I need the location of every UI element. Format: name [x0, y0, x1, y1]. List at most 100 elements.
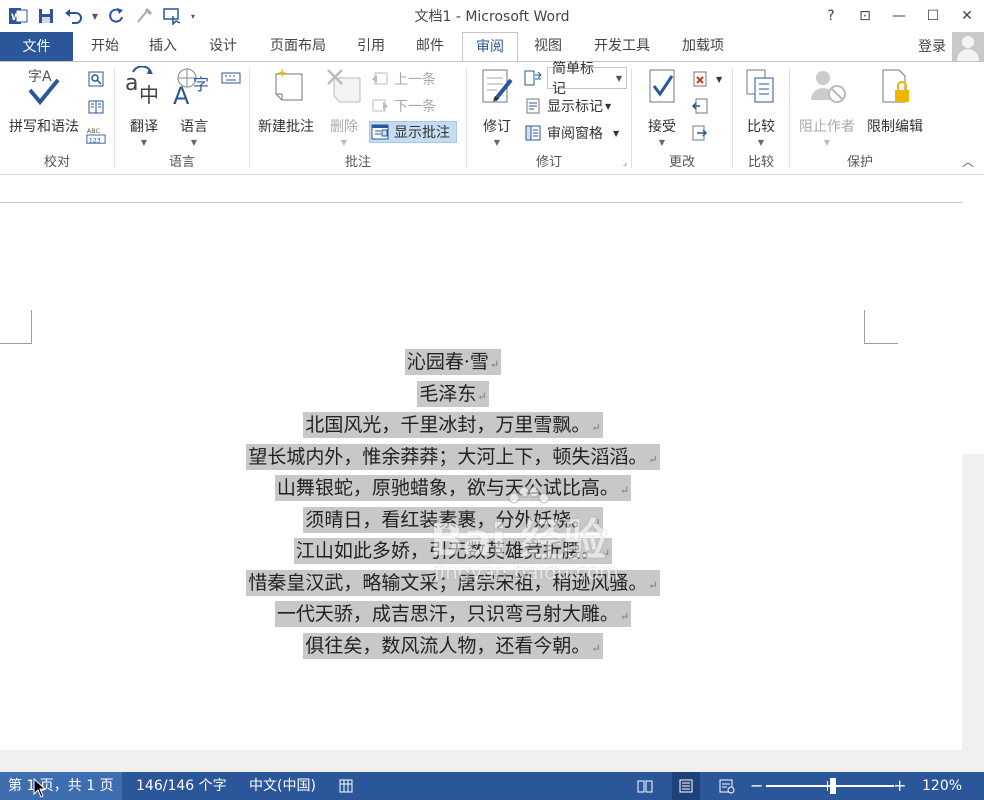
restore-button[interactable]: ☐	[916, 0, 950, 32]
reviewing-pane-button[interactable]: 审阅窗格 ▼	[523, 122, 619, 144]
accept-button[interactable]: 接受 ▼	[640, 66, 684, 147]
avatar[interactable]	[952, 32, 984, 62]
ribbon-tab-bar: 文件 开始 插入 设计 页面布局 引用 邮件 审阅 视图 开发工具 加载项 登录	[0, 32, 984, 63]
delete-comment-button[interactable]: 删除 ▼	[322, 66, 366, 147]
ribbon-display-options-button[interactable]: ⊡	[848, 0, 882, 32]
zoom-out-button[interactable]: −	[750, 772, 763, 800]
poem-line[interactable]: 山舞银蛇，原驰蜡象，欲与天公试比高。↵	[0, 473, 906, 505]
poem-line[interactable]: 望长城内外，惟余莽莽；大河上下，顿失滔滔。↵	[0, 442, 906, 474]
reviewing-pane-icon	[523, 123, 543, 143]
poem-line[interactable]: 江山如此多娇，引无数英雄竞折腰。↵	[0, 536, 906, 568]
restrict-editing-label: 限制编辑	[867, 119, 923, 135]
next-comment-button[interactable]: 下一条	[370, 95, 436, 117]
block-authors-button[interactable]: 阻止作者 ▼	[794, 66, 860, 147]
group-tracking: 修订 ▼ 简单标记 ▼ 显示标记 ▼ 审阅窗格 ▼ ⌟ 修订	[467, 61, 631, 174]
word-count-status[interactable]: 146/146 个字	[136, 772, 227, 800]
show-comments-button[interactable]: 显示批注	[369, 121, 457, 143]
touch-mode-icon[interactable]	[160, 4, 184, 28]
show-comments-icon	[370, 122, 390, 142]
poem-line[interactable]: 一代天骄，成吉思汗，只识弯弓射大雕。↵	[0, 599, 906, 631]
tab-design[interactable]: 设计	[198, 32, 248, 61]
ribbon-review: 字A 拼写和语法 ABC 123 校对 a中 翻译 ▼ A字 语言 ▼ 语言 新…	[0, 61, 984, 175]
reject-button[interactable]: ▼	[690, 68, 722, 90]
previous-comment-label: 上一条	[394, 72, 436, 88]
save-icon[interactable]	[34, 4, 58, 28]
tab-developer[interactable]: 开发工具	[584, 32, 660, 61]
sign-in-link[interactable]: 登录	[918, 32, 946, 62]
poem-line[interactable]: 毛泽东↵	[0, 379, 906, 411]
markup-mode-icon	[523, 68, 543, 88]
tab-add-ins[interactable]: 加载项	[671, 32, 735, 61]
page-top-edge	[0, 202, 962, 203]
block-authors-icon	[807, 66, 847, 110]
previous-change-button[interactable]	[690, 95, 714, 117]
minimize-button[interactable]: —	[882, 0, 916, 32]
svg-text:中: 中	[139, 83, 159, 106]
markup-display-value: 简单标记	[552, 61, 594, 97]
translate-icon: a中	[123, 65, 165, 110]
new-comment-label: 新建批注	[258, 119, 314, 135]
group-compare: 比较 ▼ 比较	[733, 62, 789, 174]
poem-text[interactable]: 沁园春·雪↵ 毛泽东↵ 北国风光，千里冰封，万里雪飘。↵ 望长城内外，惟余莽莽；…	[0, 347, 906, 662]
research-button[interactable]	[86, 68, 110, 90]
macro-recording-icon[interactable]	[338, 772, 354, 800]
next-change-button[interactable]	[690, 122, 714, 144]
tab-insert[interactable]: 插入	[138, 32, 188, 61]
previous-comment-button[interactable]: 上一条	[370, 68, 436, 90]
tab-mailings[interactable]: 邮件	[405, 32, 455, 61]
customize-qat-icon[interactable]: ▾	[188, 4, 198, 28]
web-layout-icon[interactable]	[718, 772, 736, 800]
svg-text:ABC: ABC	[87, 128, 101, 135]
vertical-scrollbar[interactable]	[962, 454, 984, 772]
collapse-ribbon-icon[interactable]: ︿	[962, 153, 974, 170]
translate-button[interactable]: a中 翻译 ▼	[121, 65, 167, 147]
tab-home[interactable]: 开始	[80, 32, 130, 61]
new-comment-button[interactable]: 新建批注	[254, 66, 318, 136]
close-button[interactable]: ✕	[950, 0, 984, 32]
zoom-level[interactable]: 120%	[922, 772, 962, 800]
track-changes-icon	[477, 66, 517, 110]
read-mode-icon[interactable]	[636, 772, 654, 800]
track-changes-label: 修订	[483, 119, 511, 135]
poem-line[interactable]: 沁园春·雪↵	[0, 347, 906, 379]
compare-documents-icon	[741, 66, 781, 110]
help-button[interactable]: ?	[814, 0, 848, 32]
word-count-button[interactable]: ABC 123	[86, 124, 110, 146]
thesaurus-button[interactable]	[86, 96, 110, 118]
format-painter-icon[interactable]	[132, 4, 156, 28]
tab-review[interactable]: 审阅	[462, 32, 518, 63]
tab-file[interactable]: 文件	[0, 32, 73, 62]
next-change-icon	[690, 123, 710, 143]
delete-comment-icon	[324, 66, 364, 110]
group-compare-label: 比较	[747, 155, 774, 170]
undo-dropdown-icon[interactable]: ▼	[90, 4, 100, 28]
word-app-icon[interactable]: W	[6, 4, 30, 28]
new-comment-icon	[266, 66, 306, 110]
poem-line[interactable]: 须晴日，看红装素裹，分外妖娆。↵	[0, 505, 906, 537]
chevron-down-icon: ▼	[615, 73, 622, 83]
tab-view[interactable]: 视图	[523, 32, 573, 61]
svg-text:字: 字	[193, 75, 209, 94]
show-markup-label: 显示标记	[547, 99, 603, 115]
language-button[interactable]: A字 语言 ▼	[171, 66, 217, 147]
markup-display-combo[interactable]: 简单标记 ▼	[547, 61, 627, 97]
language-status[interactable]: 中文(中国)	[249, 772, 316, 800]
redo-icon[interactable]	[104, 4, 128, 28]
poem-line[interactable]: 北国风光，千里冰封，万里雪飘。↵	[0, 410, 906, 442]
tab-references[interactable]: 引用	[346, 32, 396, 61]
page-count-status[interactable]: 第 1 页，共 1 页	[0, 772, 122, 800]
zoom-in-button[interactable]: +	[893, 772, 906, 800]
undo-icon[interactable]	[62, 4, 86, 28]
show-markup-button[interactable]: 显示标记 ▼	[523, 95, 611, 117]
tab-page-layout[interactable]: 页面布局	[258, 32, 338, 61]
zoom-slider-thumb[interactable]	[830, 778, 837, 794]
poem-line[interactable]: 俱往矣，数风流人物，还看今朝。↵	[0, 631, 906, 663]
print-layout-icon[interactable]	[672, 772, 700, 800]
document-area[interactable]: 沁园春·雪↵ 毛泽东↵ 北国风光，千里冰封，万里雪飘。↵ 望长城内外，惟余莽莽；…	[0, 176, 984, 772]
ime-button[interactable]	[221, 66, 245, 88]
compare-button[interactable]: 比较 ▼	[739, 66, 783, 147]
spelling-grammar-button[interactable]: 字A 拼写和语法	[4, 66, 84, 136]
poem-line[interactable]: 惜秦皇汉武，略输文采；唐宗宋祖，稍逊风骚。↵	[0, 568, 906, 600]
restrict-editing-button[interactable]: 限制编辑	[862, 66, 928, 136]
track-changes-button[interactable]: 修订 ▼	[475, 66, 519, 147]
